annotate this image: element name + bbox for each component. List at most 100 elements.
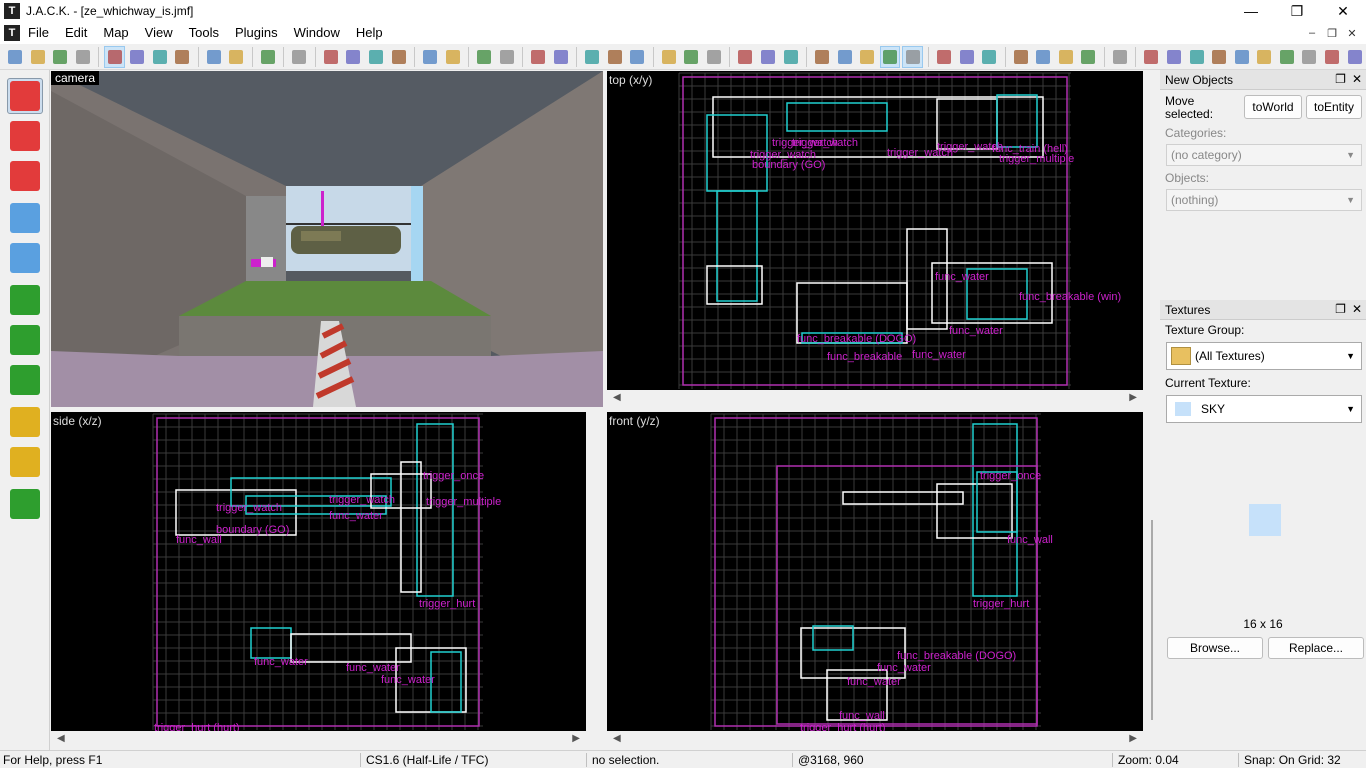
copy-icon[interactable] xyxy=(758,46,779,68)
align-bottom-icon[interactable] xyxy=(388,46,409,68)
hatch-icon[interactable] xyxy=(812,46,833,68)
scroll-left-icon[interactable]: ◀ xyxy=(57,733,65,744)
carve-icon[interactable] xyxy=(289,46,310,68)
browse-button[interactable]: Browse... xyxy=(1167,637,1263,659)
clip-icon[interactable] xyxy=(1322,46,1343,68)
cut2-icon[interactable] xyxy=(735,46,756,68)
document-icon[interactable]: T xyxy=(4,25,20,41)
to-entity-button[interactable]: toEntity xyxy=(1306,95,1362,119)
horizontal-splitter[interactable] xyxy=(51,407,1143,412)
green-box-icon[interactable] xyxy=(1078,46,1099,68)
face-icon[interactable] xyxy=(1209,46,1230,68)
menu-window[interactable]: Window xyxy=(286,22,348,44)
circle-icon[interactable] xyxy=(1141,46,1162,68)
top-viewport[interactable]: top (x/y) trigger_watch trigger_watch trig… xyxy=(607,71,1143,390)
3d-grid-icon[interactable] xyxy=(127,46,148,68)
flip-h-icon[interactable] xyxy=(420,46,441,68)
minimize-icon[interactable]: — xyxy=(1228,0,1274,22)
apply-texture-tool[interactable] xyxy=(7,322,43,358)
restore-icon[interactable]: ❐ xyxy=(1274,0,1320,22)
camera-tool[interactable] xyxy=(7,158,43,194)
close-icon[interactable]: ✕ xyxy=(1352,72,1362,86)
wrench-icon[interactable] xyxy=(1033,46,1054,68)
scroll-right-icon[interactable]: ▶ xyxy=(1129,392,1137,403)
group-icon[interactable] xyxy=(204,46,225,68)
block-tool[interactable] xyxy=(7,240,43,276)
film-icon[interactable] xyxy=(1254,46,1275,68)
pointfile-icon[interactable] xyxy=(258,46,279,68)
grid-larger-icon[interactable] xyxy=(172,46,193,68)
hint-icon[interactable] xyxy=(1299,46,1320,68)
path-tool[interactable] xyxy=(7,486,43,522)
red-box-icon[interactable] xyxy=(1056,46,1077,68)
camera-viewport[interactable]: camera xyxy=(51,71,603,407)
close-icon[interactable]: ✕ xyxy=(1320,0,1366,22)
texture-tool[interactable] xyxy=(7,282,43,318)
mdi-close-icon[interactable]: ✕ xyxy=(1342,27,1362,40)
mdi-minimize-icon[interactable]: – xyxy=(1302,27,1322,39)
mdi-restore-icon[interactable]: ❐ xyxy=(1322,27,1342,40)
menu-file[interactable]: File xyxy=(20,22,57,44)
compass-icon[interactable] xyxy=(1164,46,1185,68)
replace-button[interactable]: Replace... xyxy=(1268,637,1364,659)
brush-outline[interactable] xyxy=(812,625,854,651)
close-icon[interactable]: ✕ xyxy=(1352,302,1362,316)
save-as-icon[interactable] xyxy=(73,46,94,68)
scroll-left-icon[interactable]: ◀ xyxy=(613,392,621,403)
ungroup-icon[interactable] xyxy=(226,46,247,68)
select-box-icon[interactable] xyxy=(834,46,855,68)
menu-view[interactable]: View xyxy=(137,22,181,44)
lock-icon[interactable] xyxy=(979,46,1000,68)
cube-move-icon[interactable] xyxy=(681,46,702,68)
paste-icon[interactable] xyxy=(780,46,801,68)
texture-icon[interactable] xyxy=(1231,46,1252,68)
objects-select[interactable]: (nothing) ▼ xyxy=(1166,189,1362,211)
pen-icon[interactable] xyxy=(1010,46,1031,68)
categories-select[interactable]: (no category) ▼ xyxy=(1166,144,1362,166)
menu-tools[interactable]: Tools xyxy=(181,22,227,44)
front-viewport[interactable]: front (y/z) trigger_once func_wall trigger… xyxy=(607,412,1143,731)
vertex-tool[interactable] xyxy=(7,444,43,480)
menu-edit[interactable]: Edit xyxy=(57,22,95,44)
vertical-splitter[interactable] xyxy=(586,412,607,747)
selection-tool[interactable] xyxy=(7,78,43,114)
rotate-right-icon[interactable] xyxy=(496,46,517,68)
new-icon[interactable] xyxy=(5,46,26,68)
align-top-icon[interactable] xyxy=(366,46,387,68)
show-icon[interactable] xyxy=(550,46,571,68)
hide-icon[interactable] xyxy=(528,46,549,68)
select-all-icon[interactable] xyxy=(857,46,878,68)
3d-view-icon[interactable] xyxy=(902,45,923,68)
clip-tool[interactable] xyxy=(7,404,43,440)
cube-rotate-icon[interactable] xyxy=(704,46,725,68)
grid-icon[interactable] xyxy=(104,45,125,68)
panel-scrollbar[interactable] xyxy=(1146,70,1160,750)
align-left-icon[interactable] xyxy=(321,46,342,68)
front-viewport-scrollbar[interactable]: ◀ ▶ xyxy=(607,731,1143,747)
dots-icon[interactable] xyxy=(1186,46,1207,68)
side-viewport-scrollbar[interactable]: ◀ ▶ xyxy=(51,731,586,747)
tl-icon[interactable] xyxy=(934,46,955,68)
magnify-tool[interactable] xyxy=(7,118,43,154)
decal-tool[interactable] xyxy=(7,362,43,398)
nodraw-icon[interactable] xyxy=(1277,46,1298,68)
texture-group-select[interactable]: (All Textures) ▼ xyxy=(1166,342,1362,370)
side-viewport[interactable]: side (x/z) trigger_once trigger_watch trig… xyxy=(51,412,586,731)
grid-smaller-icon[interactable] xyxy=(149,46,170,68)
cut-icon[interactable] xyxy=(605,46,626,68)
open-icon[interactable] xyxy=(28,46,49,68)
to-world-button[interactable]: toWorld xyxy=(1244,95,1302,119)
flip-v-icon[interactable] xyxy=(442,46,463,68)
scroll-right-icon[interactable]: ▶ xyxy=(1129,733,1137,744)
brush-outline[interactable] xyxy=(400,461,422,593)
marquee-icon[interactable] xyxy=(879,45,901,68)
brush-outline[interactable] xyxy=(786,102,888,132)
top-viewport-scrollbar[interactable]: ◀ ▶ xyxy=(607,390,1143,406)
cube-icon[interactable] xyxy=(659,46,680,68)
entity-tool[interactable] xyxy=(7,200,43,236)
float-icon[interactable]: ❐ xyxy=(1335,72,1346,86)
scroll-right-icon[interactable]: ▶ xyxy=(572,733,580,744)
brush-outline[interactable] xyxy=(706,265,763,305)
menu-help[interactable]: Help xyxy=(348,22,391,44)
menu-map[interactable]: Map xyxy=(95,22,136,44)
